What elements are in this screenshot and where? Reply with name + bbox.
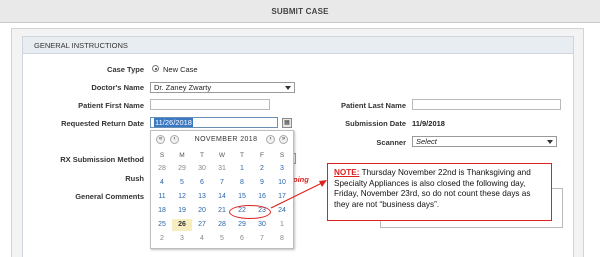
calendar-day[interactable]: 6 <box>192 177 212 189</box>
calendar-day[interactable]: 25 <box>152 219 172 231</box>
weekday-header: M <box>179 152 185 159</box>
calendar-day[interactable]: 15 <box>232 191 252 203</box>
requested-return-date-label: Requested Return Date <box>61 119 144 128</box>
calendar-day[interactable]: 3 <box>172 233 192 245</box>
calendar-day[interactable]: 14 <box>212 191 232 203</box>
calendar-day[interactable]: 29 <box>232 219 252 231</box>
calendar-day[interactable]: 29 <box>172 163 192 175</box>
calendar-day[interactable]: 31 <box>212 163 232 175</box>
return-date-value: 11/26/2018 <box>154 118 193 127</box>
calendar-day[interactable]: 4 <box>192 233 212 245</box>
top-bar: SUBMIT CASE <box>0 0 600 23</box>
chevron-down-icon <box>285 86 291 90</box>
prev-year-button[interactable]: « <box>156 135 165 144</box>
calendar-day[interactable]: 4 <box>152 177 172 189</box>
calendar-day[interactable]: 13 <box>192 191 212 203</box>
calendar-day[interactable]: 20 <box>192 205 212 217</box>
holiday-circle-annotation <box>229 205 271 219</box>
calendar-day[interactable]: 28 <box>212 219 232 231</box>
calendar-day[interactable]: 6 <box>232 233 252 245</box>
weekday-header: S <box>159 152 165 159</box>
calendar-day[interactable]: 7 <box>252 233 272 245</box>
note-callout: NOTE: Thursday November 22nd is Thanksgi… <box>327 163 552 221</box>
patient-first-name-input[interactable] <box>150 99 270 110</box>
scanner-label: Scanner <box>376 138 406 147</box>
scanner-select[interactable]: Select <box>412 136 557 147</box>
note-label: NOTE: <box>334 168 360 177</box>
calendar-day[interactable]: 2 <box>152 233 172 245</box>
doctor-select[interactable]: Dr. Zaney Zwarty <box>150 82 295 93</box>
doctor-select-value: Dr. Zaney Zwarty <box>154 83 212 92</box>
calendar-month-title: NOVEMBER 2018 <box>194 136 258 143</box>
next-year-button[interactable]: » <box>279 135 288 144</box>
rush-label: Rush <box>125 174 144 183</box>
rx-submission-method-label: RX Submission Method <box>60 155 144 164</box>
calendar-day[interactable]: 1 <box>232 163 252 175</box>
section-header: GENERAL INSTRUCTIONS <box>23 37 573 54</box>
calendar-day[interactable]: 8 <box>272 233 292 245</box>
doctor-name-label: Doctor's Name <box>91 83 144 92</box>
calendar-day[interactable]: 30 <box>192 163 212 175</box>
weekday-header: W <box>218 152 226 159</box>
calendar-icon[interactable]: ▦ <box>282 118 292 128</box>
case-type-label: Case Type <box>107 65 144 74</box>
calendar-day[interactable]: 30 <box>252 219 272 231</box>
weekday-header: F <box>260 152 264 159</box>
calendar-day[interactable]: 27 <box>192 219 212 231</box>
calendar-day[interactable]: 12 <box>172 191 192 203</box>
section-title: GENERAL INSTRUCTIONS <box>34 41 128 50</box>
submission-date-label: Submission Date <box>345 119 406 128</box>
calendar-day[interactable]: 8 <box>232 177 252 189</box>
weekday-header: S <box>279 152 285 159</box>
calendar-day[interactable]: 7 <box>212 177 232 189</box>
next-month-button[interactable]: › <box>266 135 275 144</box>
calendar-day[interactable]: 5 <box>212 233 232 245</box>
calendar-day[interactable]: 11 <box>152 191 172 203</box>
requested-return-date-input[interactable]: 11/26/2018 <box>150 117 278 128</box>
annotation-arrow <box>270 180 327 209</box>
submission-date-value: 11/9/2018 <box>412 119 445 128</box>
patient-first-name-label: Patient First Name <box>78 101 144 110</box>
calendar-day[interactable]: 18 <box>152 205 172 217</box>
case-type-value: New Case <box>163 65 198 74</box>
general-comments-label: General Comments <box>75 192 144 201</box>
calendar-day[interactable]: 28 <box>152 163 172 175</box>
weekday-header: T <box>240 152 244 159</box>
patient-last-name-label: Patient Last Name <box>340 101 406 110</box>
scanner-select-value: Select <box>416 137 437 146</box>
chevron-down-icon <box>547 140 553 144</box>
calendar-day[interactable]: 26 <box>172 219 192 231</box>
new-case-radio[interactable] <box>152 65 159 72</box>
patient-last-name-input[interactable] <box>412 99 561 110</box>
page-title: SUBMIT CASE <box>271 7 329 16</box>
calendar-day[interactable]: 1 <box>272 219 292 231</box>
prev-month-button[interactable]: ‹ <box>170 135 179 144</box>
calendar-day[interactable]: 5 <box>172 177 192 189</box>
weekday-header: T <box>200 152 204 159</box>
calendar-day[interactable]: 19 <box>172 205 192 217</box>
note-text: Thursday November 22nd is Thanksgiving a… <box>334 168 531 209</box>
